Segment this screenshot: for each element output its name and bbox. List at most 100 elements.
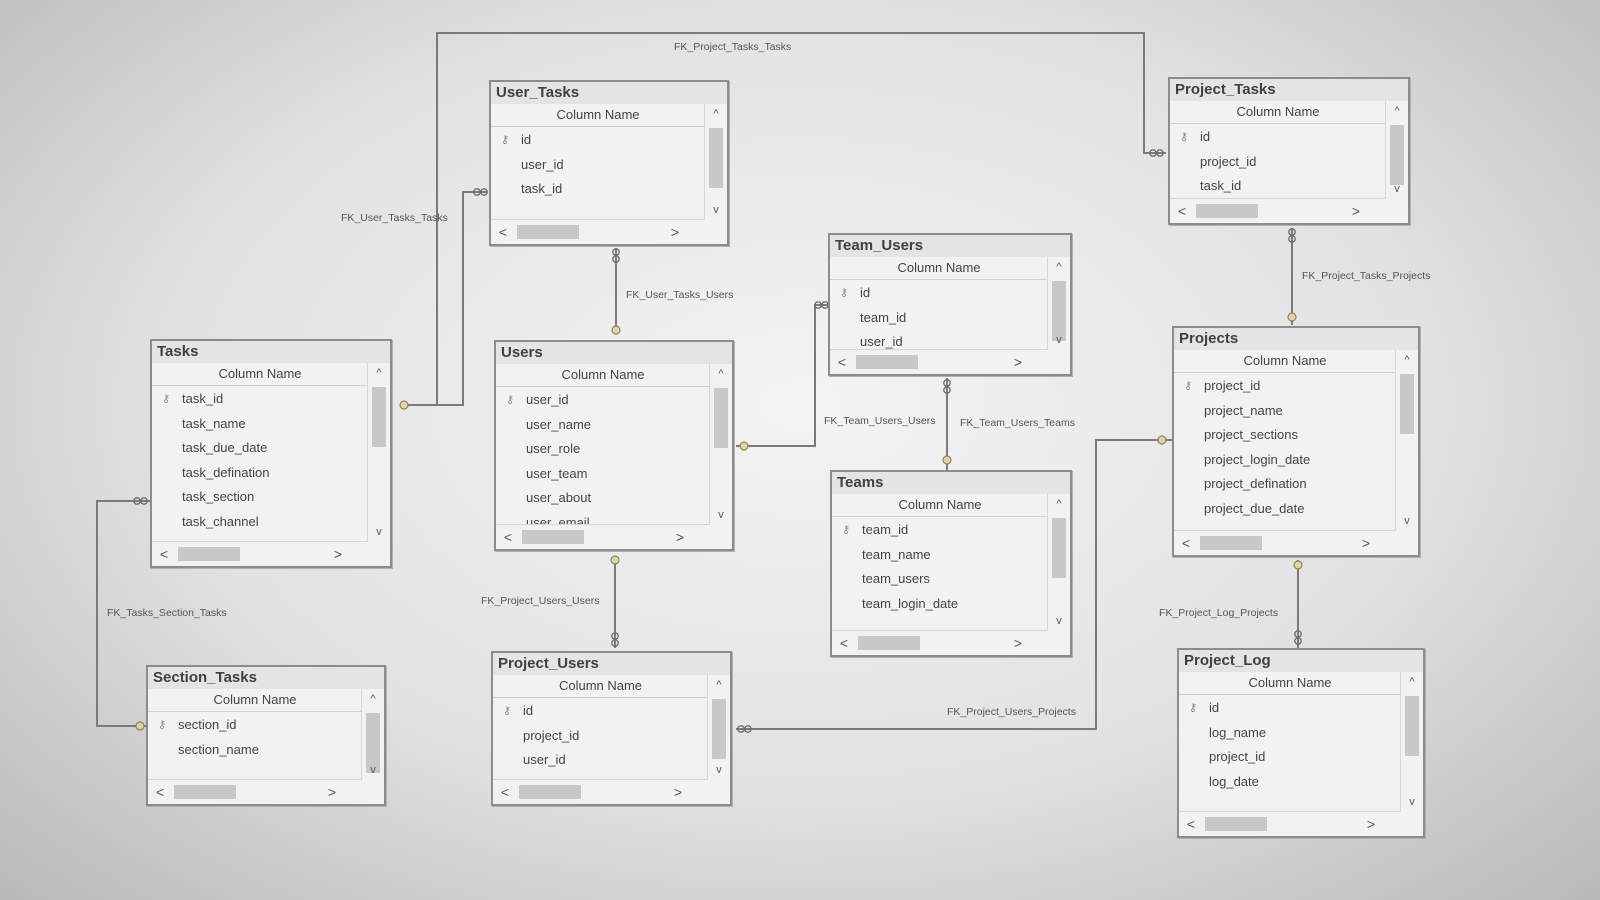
table-projects[interactable]: Projects Column Name ⚷ project_id project_na… [1172, 326, 1420, 557]
table-users[interactable]: Users Column Name ⚷ user_id user_name user_ro… [494, 340, 734, 551]
column-row[interactable]: project_name [1174, 399, 1396, 424]
scroll-left-icon[interactable]: < [1172, 199, 1192, 223]
horizontal-scrollbar[interactable]: < > [493, 779, 708, 804]
scroll-right-icon[interactable]: > [1008, 631, 1028, 655]
fk-label-team-users-teams[interactable]: FK_Team_Users_Teams [960, 417, 1075, 429]
scroll-up-icon[interactable]: ^ [1386, 101, 1408, 121]
horizontal-scrollbar[interactable]: < > [148, 779, 362, 804]
scroll-up-icon[interactable]: ^ [1401, 672, 1423, 692]
vertical-scrollbar[interactable]: ^ v [707, 675, 730, 780]
column-row[interactable]: ⚷ id [1179, 696, 1401, 721]
scroll-down-icon[interactable]: v [708, 760, 730, 780]
column-name-header[interactable]: Column Name [830, 257, 1048, 280]
scroll-down-icon[interactable]: v [362, 760, 384, 780]
column-row[interactable]: task_section [152, 485, 368, 510]
database-diagram-canvas[interactable]: FK_Project_Tasks_Tasks FK_User_Tasks_Tas… [0, 0, 1600, 900]
scroll-down-icon[interactable]: v [368, 522, 390, 542]
column-name-header[interactable]: Column Name [1179, 672, 1401, 695]
scroll-left-icon[interactable]: < [498, 525, 518, 549]
fk-label-project-tasks-tasks[interactable]: FK_Project_Tasks_Tasks [674, 41, 791, 53]
column-row[interactable]: user_email [496, 511, 710, 526]
column-row[interactable]: user_team [496, 462, 710, 487]
scroll-up-icon[interactable]: ^ [1048, 257, 1070, 277]
table-project-log[interactable]: Project_Log Column Name ⚷ id log_name project… [1177, 648, 1425, 838]
vertical-scrollbar[interactable]: ^ v [1385, 101, 1408, 199]
scroll-up-icon[interactable]: ^ [1396, 350, 1418, 370]
vertical-scrollbar[interactable]: ^ v [367, 363, 390, 542]
column-row[interactable]: task_channel [152, 510, 368, 535]
vertical-scrollbar[interactable]: ^ v [709, 364, 732, 525]
column-row[interactable]: ⚷ task_id [152, 387, 368, 412]
horizontal-scroll-thumb[interactable] [1205, 817, 1267, 831]
column-row[interactable]: ⚷ id [830, 281, 1048, 306]
column-row[interactable]: project_id [1179, 745, 1401, 770]
scroll-down-icon[interactable]: v [1386, 179, 1408, 199]
column-row[interactable]: ⚷ id [491, 128, 705, 153]
table-teams[interactable]: Teams Column Name ⚷ team_id team_name team_us… [830, 470, 1072, 657]
column-row[interactable]: ⚷ id [1170, 125, 1386, 150]
fk-label-project-tasks-projects[interactable]: FK_Project_Tasks_Projects [1302, 270, 1430, 282]
horizontal-scrollbar[interactable]: < > [830, 349, 1048, 374]
column-row[interactable]: team_login_date [832, 592, 1048, 617]
table-project-tasks[interactable]: Project_Tasks Column Name ⚷ id project_id tas… [1168, 77, 1410, 225]
scroll-down-icon[interactable]: v [1048, 330, 1070, 350]
column-row[interactable]: project_id [493, 724, 708, 749]
column-row[interactable]: user_id [493, 748, 708, 773]
table-team-users[interactable]: Team_Users Column Name ⚷ id team_id user_id ^ v… [828, 233, 1072, 376]
column-row[interactable]: ⚷ project_id [1174, 374, 1396, 399]
fk-label-user-tasks-tasks[interactable]: FK_User_Tasks_Tasks [341, 212, 448, 224]
column-row[interactable]: project_sections [1174, 423, 1396, 448]
horizontal-scroll-thumb[interactable] [1196, 204, 1258, 218]
column-row[interactable]: task_id [491, 177, 705, 202]
vertical-scroll-thumb[interactable] [1400, 374, 1414, 434]
scroll-up-icon[interactable]: ^ [708, 675, 730, 695]
fk-label-tasks-section-tasks[interactable]: FK_Tasks_Section_Tasks [107, 607, 227, 619]
column-row[interactable]: task_name [152, 412, 368, 437]
column-row[interactable]: user_about [496, 486, 710, 511]
vertical-scroll-thumb[interactable] [1390, 125, 1404, 185]
fk-label-project-log-projects[interactable]: FK_Project_Log_Projects [1159, 607, 1278, 619]
table-user-tasks[interactable]: User_Tasks Column Name ⚷ id user_id task_id ^ v… [489, 80, 729, 246]
horizontal-scrollbar[interactable]: < > [491, 219, 705, 244]
column-name-header[interactable]: Column Name [148, 689, 362, 712]
scroll-left-icon[interactable]: < [493, 220, 513, 244]
column-name-header[interactable]: Column Name [152, 363, 368, 386]
column-row[interactable]: section_name [148, 738, 362, 763]
scroll-right-icon[interactable]: > [670, 525, 690, 549]
scroll-down-icon[interactable]: v [710, 505, 732, 525]
horizontal-scroll-thumb[interactable] [174, 785, 236, 799]
column-row[interactable]: user_name [496, 413, 710, 438]
scroll-down-icon[interactable]: v [705, 200, 727, 220]
column-row[interactable]: team_users [832, 567, 1048, 592]
vertical-scrollbar[interactable]: ^ v [1047, 257, 1070, 350]
column-name-header[interactable]: Column Name [491, 104, 705, 127]
horizontal-scrollbar[interactable]: < > [496, 524, 710, 549]
horizontal-scrollbar[interactable]: < > [832, 630, 1048, 655]
vertical-scrollbar[interactable]: ^ v [1400, 672, 1423, 812]
column-name-header[interactable]: Column Name [832, 494, 1048, 517]
vertical-scroll-thumb[interactable] [714, 388, 728, 448]
column-name-header[interactable]: Column Name [496, 364, 710, 387]
scroll-right-icon[interactable]: > [1008, 350, 1028, 374]
column-row[interactable]: user_id [830, 330, 1048, 350]
scroll-left-icon[interactable]: < [150, 780, 170, 804]
column-row[interactable]: user_id [491, 153, 705, 178]
column-row[interactable]: log_date [1179, 770, 1401, 795]
column-row[interactable]: log_name [1179, 721, 1401, 746]
column-row[interactable]: task_id [1170, 174, 1386, 199]
column-row[interactable]: project_login_date [1174, 448, 1396, 473]
scroll-right-icon[interactable]: > [665, 220, 685, 244]
column-row[interactable]: team_name [832, 543, 1048, 568]
scroll-left-icon[interactable]: < [495, 780, 515, 804]
fk-label-team-users-users[interactable]: FK_Team_Users_Users [824, 415, 935, 427]
column-name-header[interactable]: Column Name [493, 675, 708, 698]
vertical-scroll-thumb[interactable] [372, 387, 386, 447]
vertical-scrollbar[interactable]: ^ v [1395, 350, 1418, 531]
scroll-down-icon[interactable]: v [1048, 611, 1070, 631]
vertical-scroll-thumb[interactable] [709, 128, 723, 188]
scroll-right-icon[interactable]: > [328, 542, 348, 566]
column-row[interactable]: task_due_date [152, 436, 368, 461]
scroll-right-icon[interactable]: > [322, 780, 342, 804]
fk-label-project-users-projects[interactable]: FK_Project_Users_Projects [947, 706, 1076, 718]
vertical-scroll-thumb[interactable] [712, 699, 726, 759]
